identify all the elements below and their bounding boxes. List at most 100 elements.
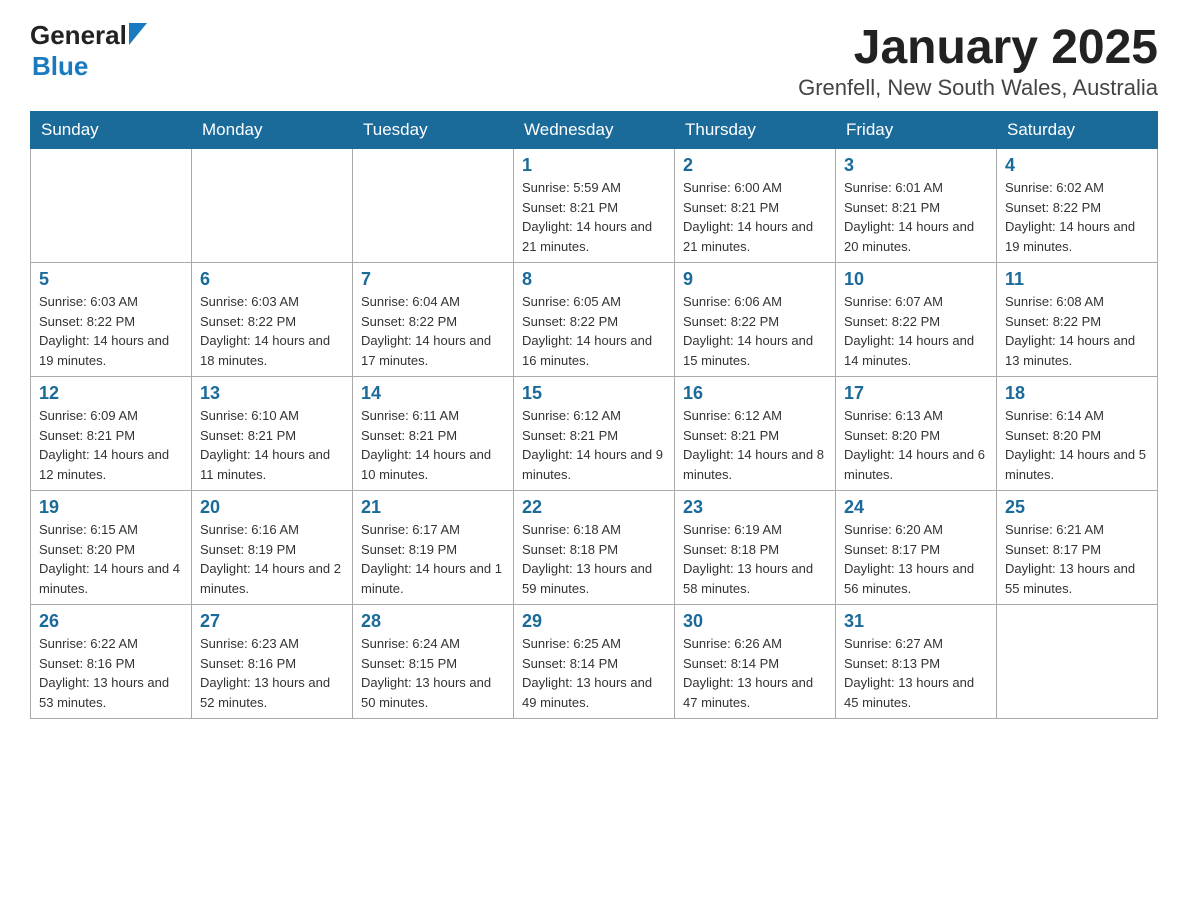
day-number: 19	[39, 497, 183, 518]
calendar-cell: 14Sunrise: 6:11 AM Sunset: 8:21 PM Dayli…	[353, 377, 514, 491]
day-info: Sunrise: 6:08 AM Sunset: 8:22 PM Dayligh…	[1005, 292, 1149, 370]
calendar-header: SundayMondayTuesdayWednesdayThursdayFrid…	[31, 112, 1158, 149]
day-number: 13	[200, 383, 344, 404]
day-info: Sunrise: 6:20 AM Sunset: 8:17 PM Dayligh…	[844, 520, 988, 598]
calendar-cell: 4Sunrise: 6:02 AM Sunset: 8:22 PM Daylig…	[997, 149, 1158, 263]
calendar-cell: 25Sunrise: 6:21 AM Sunset: 8:17 PM Dayli…	[997, 491, 1158, 605]
day-info: Sunrise: 6:26 AM Sunset: 8:14 PM Dayligh…	[683, 634, 827, 712]
day-number: 5	[39, 269, 183, 290]
week-row: 19Sunrise: 6:15 AM Sunset: 8:20 PM Dayli…	[31, 491, 1158, 605]
calendar-body: 1Sunrise: 5:59 AM Sunset: 8:21 PM Daylig…	[31, 149, 1158, 719]
calendar-cell	[353, 149, 514, 263]
calendar-cell: 6Sunrise: 6:03 AM Sunset: 8:22 PM Daylig…	[192, 263, 353, 377]
calendar-cell	[31, 149, 192, 263]
calendar-cell: 21Sunrise: 6:17 AM Sunset: 8:19 PM Dayli…	[353, 491, 514, 605]
calendar-cell: 9Sunrise: 6:06 AM Sunset: 8:22 PM Daylig…	[675, 263, 836, 377]
calendar-cell: 23Sunrise: 6:19 AM Sunset: 8:18 PM Dayli…	[675, 491, 836, 605]
day-info: Sunrise: 6:16 AM Sunset: 8:19 PM Dayligh…	[200, 520, 344, 598]
calendar-cell: 15Sunrise: 6:12 AM Sunset: 8:21 PM Dayli…	[514, 377, 675, 491]
days-of-week-row: SundayMondayTuesdayWednesdayThursdayFrid…	[31, 112, 1158, 149]
calendar-cell: 29Sunrise: 6:25 AM Sunset: 8:14 PM Dayli…	[514, 605, 675, 719]
logo-general-text: General	[30, 20, 127, 51]
calendar-cell: 30Sunrise: 6:26 AM Sunset: 8:14 PM Dayli…	[675, 605, 836, 719]
page-subtitle: Grenfell, New South Wales, Australia	[798, 75, 1158, 101]
week-row: 1Sunrise: 5:59 AM Sunset: 8:21 PM Daylig…	[31, 149, 1158, 263]
calendar-cell: 28Sunrise: 6:24 AM Sunset: 8:15 PM Dayli…	[353, 605, 514, 719]
calendar-cell: 13Sunrise: 6:10 AM Sunset: 8:21 PM Dayli…	[192, 377, 353, 491]
day-info: Sunrise: 6:01 AM Sunset: 8:21 PM Dayligh…	[844, 178, 988, 256]
day-info: Sunrise: 6:09 AM Sunset: 8:21 PM Dayligh…	[39, 406, 183, 484]
calendar-cell: 2Sunrise: 6:00 AM Sunset: 8:21 PM Daylig…	[675, 149, 836, 263]
day-number: 16	[683, 383, 827, 404]
day-info: Sunrise: 6:11 AM Sunset: 8:21 PM Dayligh…	[361, 406, 505, 484]
calendar-cell: 18Sunrise: 6:14 AM Sunset: 8:20 PM Dayli…	[997, 377, 1158, 491]
calendar-cell: 1Sunrise: 5:59 AM Sunset: 8:21 PM Daylig…	[514, 149, 675, 263]
day-info: Sunrise: 6:22 AM Sunset: 8:16 PM Dayligh…	[39, 634, 183, 712]
day-info: Sunrise: 6:07 AM Sunset: 8:22 PM Dayligh…	[844, 292, 988, 370]
day-info: Sunrise: 6:04 AM Sunset: 8:22 PM Dayligh…	[361, 292, 505, 370]
day-number: 30	[683, 611, 827, 632]
day-number: 20	[200, 497, 344, 518]
day-number: 22	[522, 497, 666, 518]
day-number: 29	[522, 611, 666, 632]
week-row: 5Sunrise: 6:03 AM Sunset: 8:22 PM Daylig…	[31, 263, 1158, 377]
calendar-cell: 3Sunrise: 6:01 AM Sunset: 8:21 PM Daylig…	[836, 149, 997, 263]
day-info: Sunrise: 6:00 AM Sunset: 8:21 PM Dayligh…	[683, 178, 827, 256]
day-number: 17	[844, 383, 988, 404]
day-info: Sunrise: 6:12 AM Sunset: 8:21 PM Dayligh…	[683, 406, 827, 484]
day-info: Sunrise: 6:14 AM Sunset: 8:20 PM Dayligh…	[1005, 406, 1149, 484]
calendar-cell: 8Sunrise: 6:05 AM Sunset: 8:22 PM Daylig…	[514, 263, 675, 377]
day-info: Sunrise: 6:27 AM Sunset: 8:13 PM Dayligh…	[844, 634, 988, 712]
day-number: 21	[361, 497, 505, 518]
day-info: Sunrise: 6:23 AM Sunset: 8:16 PM Dayligh…	[200, 634, 344, 712]
day-header-monday: Monday	[192, 112, 353, 149]
page-title: January 2025	[798, 20, 1158, 75]
day-info: Sunrise: 6:13 AM Sunset: 8:20 PM Dayligh…	[844, 406, 988, 484]
day-number: 6	[200, 269, 344, 290]
day-header-wednesday: Wednesday	[514, 112, 675, 149]
calendar-cell: 7Sunrise: 6:04 AM Sunset: 8:22 PM Daylig…	[353, 263, 514, 377]
day-header-saturday: Saturday	[997, 112, 1158, 149]
day-number: 1	[522, 155, 666, 176]
day-info: Sunrise: 6:06 AM Sunset: 8:22 PM Dayligh…	[683, 292, 827, 370]
calendar-cell: 27Sunrise: 6:23 AM Sunset: 8:16 PM Dayli…	[192, 605, 353, 719]
logo-triangle-icon	[129, 23, 147, 45]
day-info: Sunrise: 6:05 AM Sunset: 8:22 PM Dayligh…	[522, 292, 666, 370]
day-info: Sunrise: 6:17 AM Sunset: 8:19 PM Dayligh…	[361, 520, 505, 598]
day-header-thursday: Thursday	[675, 112, 836, 149]
day-info: Sunrise: 6:03 AM Sunset: 8:22 PM Dayligh…	[39, 292, 183, 370]
day-number: 28	[361, 611, 505, 632]
day-number: 10	[844, 269, 988, 290]
day-number: 8	[522, 269, 666, 290]
day-info: Sunrise: 6:19 AM Sunset: 8:18 PM Dayligh…	[683, 520, 827, 598]
day-info: Sunrise: 6:15 AM Sunset: 8:20 PM Dayligh…	[39, 520, 183, 598]
day-header-sunday: Sunday	[31, 112, 192, 149]
calendar-cell: 22Sunrise: 6:18 AM Sunset: 8:18 PM Dayli…	[514, 491, 675, 605]
calendar-cell: 31Sunrise: 6:27 AM Sunset: 8:13 PM Dayli…	[836, 605, 997, 719]
calendar-cell: 24Sunrise: 6:20 AM Sunset: 8:17 PM Dayli…	[836, 491, 997, 605]
day-number: 31	[844, 611, 988, 632]
calendar-cell: 26Sunrise: 6:22 AM Sunset: 8:16 PM Dayli…	[31, 605, 192, 719]
day-number: 18	[1005, 383, 1149, 404]
calendar-cell	[192, 149, 353, 263]
calendar-cell: 20Sunrise: 6:16 AM Sunset: 8:19 PM Dayli…	[192, 491, 353, 605]
day-number: 2	[683, 155, 827, 176]
day-number: 25	[1005, 497, 1149, 518]
calendar-cell: 17Sunrise: 6:13 AM Sunset: 8:20 PM Dayli…	[836, 377, 997, 491]
day-header-tuesday: Tuesday	[353, 112, 514, 149]
week-row: 26Sunrise: 6:22 AM Sunset: 8:16 PM Dayli…	[31, 605, 1158, 719]
logo-blue-text: Blue	[32, 51, 88, 82]
calendar-cell: 10Sunrise: 6:07 AM Sunset: 8:22 PM Dayli…	[836, 263, 997, 377]
day-number: 7	[361, 269, 505, 290]
day-info: Sunrise: 6:12 AM Sunset: 8:21 PM Dayligh…	[522, 406, 666, 484]
week-row: 12Sunrise: 6:09 AM Sunset: 8:21 PM Dayli…	[31, 377, 1158, 491]
day-number: 9	[683, 269, 827, 290]
day-number: 4	[1005, 155, 1149, 176]
calendar-cell: 16Sunrise: 6:12 AM Sunset: 8:21 PM Dayli…	[675, 377, 836, 491]
day-number: 11	[1005, 269, 1149, 290]
day-number: 14	[361, 383, 505, 404]
day-number: 15	[522, 383, 666, 404]
day-info: Sunrise: 6:03 AM Sunset: 8:22 PM Dayligh…	[200, 292, 344, 370]
day-info: Sunrise: 6:10 AM Sunset: 8:21 PM Dayligh…	[200, 406, 344, 484]
day-info: Sunrise: 6:24 AM Sunset: 8:15 PM Dayligh…	[361, 634, 505, 712]
